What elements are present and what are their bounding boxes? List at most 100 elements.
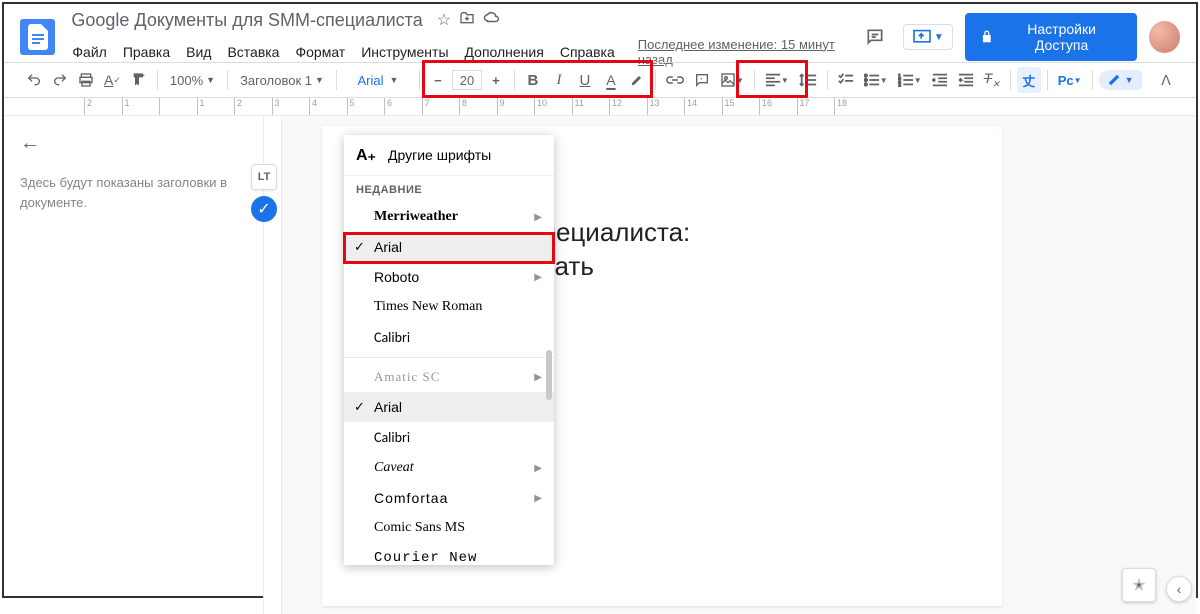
font-option-arial[interactable]: ✓Arial bbox=[344, 392, 554, 422]
font-option-amatic-sc[interactable]: Amatic SC▶ bbox=[344, 362, 554, 392]
app-frame: Google Документы для SMM-специалиста ☆ Ф… bbox=[2, 2, 1198, 598]
spellcheck-button[interactable]: A✓ bbox=[100, 67, 125, 93]
cloud-icon[interactable] bbox=[483, 10, 501, 30]
font-select[interactable]: Arial▼ bbox=[343, 67, 413, 93]
redo-button[interactable] bbox=[48, 67, 72, 93]
line-spacing-button[interactable] bbox=[795, 67, 821, 93]
font-size-input[interactable]: 20 bbox=[452, 70, 482, 90]
menu-help[interactable]: Справка bbox=[553, 41, 622, 63]
ruler-tick: 6 bbox=[384, 98, 422, 116]
menu-view[interactable]: Вид bbox=[179, 41, 218, 63]
ruler-tick: 16 bbox=[759, 98, 797, 116]
insert-link-button[interactable] bbox=[662, 67, 688, 93]
ruler-tick: 15 bbox=[722, 98, 760, 116]
font-option-roboto[interactable]: Roboto▶ bbox=[344, 262, 554, 292]
move-icon[interactable] bbox=[459, 10, 475, 30]
ruler-tick: 9 bbox=[497, 98, 535, 116]
font-size-increase[interactable]: + bbox=[484, 67, 508, 93]
ruler-tick: 5 bbox=[347, 98, 385, 116]
font-option-comfortaa[interactable]: Comfortaa ▶ bbox=[344, 483, 554, 513]
indent-increase-button[interactable] bbox=[954, 67, 978, 93]
insert-comment-button[interactable] bbox=[690, 67, 714, 93]
font-option-arial[interactable]: ✓ Arial bbox=[344, 232, 554, 262]
font-option-label: Comfortaa bbox=[374, 490, 448, 506]
side-panel-toggle[interactable]: ‹ bbox=[1166, 576, 1192, 602]
check-badge[interactable]: ✓ bbox=[251, 196, 277, 222]
font-option-times-new-roman[interactable]: Times New Roman bbox=[344, 292, 554, 322]
menu-file[interactable]: Файл bbox=[65, 41, 113, 63]
font-option-label: Calibri bbox=[374, 429, 410, 446]
menu-insert[interactable]: Вставка bbox=[220, 41, 286, 63]
ruler-tick: 14 bbox=[684, 98, 722, 116]
ruler-tick: 18 bbox=[834, 98, 872, 116]
star-icon[interactable]: ☆ bbox=[437, 10, 451, 30]
explore-button[interactable] bbox=[1122, 568, 1156, 602]
submenu-arrow-icon: ▶ bbox=[534, 493, 542, 504]
bulleted-list-button[interactable]: ▼ bbox=[860, 67, 892, 93]
docs-logo[interactable] bbox=[20, 19, 55, 55]
indent-decrease-button[interactable] bbox=[928, 67, 952, 93]
font-size-decrease[interactable]: − bbox=[426, 67, 450, 93]
font-option-label: Arial bbox=[374, 239, 402, 255]
clear-formatting-button[interactable]: T✕ bbox=[980, 67, 1004, 93]
font-option-label: Caveat bbox=[374, 460, 414, 476]
menu-tools[interactable]: Инструменты bbox=[354, 41, 455, 63]
numbered-list-button[interactable]: 123▼ bbox=[894, 67, 926, 93]
document-title[interactable]: Google Документы для SMM-специалиста bbox=[65, 8, 428, 33]
font-option-label: Times New Roman bbox=[374, 299, 482, 315]
more-fonts-item[interactable]: A₊ Другие шрифты bbox=[344, 135, 554, 176]
present-button[interactable]: ▼ bbox=[903, 24, 953, 50]
menu-format[interactable]: Формат bbox=[288, 41, 352, 63]
paint-format-button[interactable] bbox=[127, 67, 151, 93]
align-button[interactable]: ▼ bbox=[761, 67, 793, 93]
check-icon: ✓ bbox=[354, 239, 365, 255]
dropdown-scrollbar[interactable] bbox=[546, 350, 552, 400]
highlight-button[interactable] bbox=[625, 67, 649, 93]
user-avatar[interactable] bbox=[1149, 21, 1180, 53]
ruler-tick: 3 bbox=[272, 98, 310, 116]
font-option-label: Courier New bbox=[374, 550, 477, 565]
undo-button[interactable] bbox=[22, 67, 46, 93]
more-fonts-icon: A₊ bbox=[356, 145, 376, 165]
ruler-tick: 10 bbox=[534, 98, 572, 116]
font-option-comic-sans-ms[interactable]: Comic Sans MS bbox=[344, 513, 554, 543]
print-button[interactable] bbox=[74, 67, 98, 93]
font-option-calibri[interactable]: Calibri bbox=[344, 422, 554, 453]
lt-badge[interactable]: LT bbox=[251, 164, 277, 190]
share-button[interactable]: Настройки Доступа bbox=[965, 13, 1137, 61]
zoom-select[interactable]: 100%▼ bbox=[164, 67, 221, 93]
menu-addons[interactable]: Дополнения bbox=[458, 41, 551, 63]
ruler-toggle[interactable]: Рс▼ bbox=[1054, 67, 1086, 93]
toolbar-collapse-button[interactable]: ᐱ bbox=[1154, 67, 1178, 93]
ruler-tick bbox=[159, 98, 197, 116]
font-option-label: Arial bbox=[374, 399, 402, 415]
underline-button[interactable]: U bbox=[573, 67, 597, 93]
menu-edit[interactable]: Правка bbox=[116, 41, 177, 63]
horizontal-ruler[interactable]: 21123456789101112131415161718 bbox=[4, 98, 1196, 116]
submenu-arrow-icon: ▶ bbox=[534, 372, 542, 383]
insert-image-button[interactable]: ▼ bbox=[716, 67, 748, 93]
ruler-tick: 7 bbox=[422, 98, 460, 116]
dropdown-separator bbox=[344, 357, 554, 358]
input-tools-button[interactable]: 丈 bbox=[1017, 67, 1041, 93]
ruler-tick: 4 bbox=[309, 98, 347, 116]
bold-button[interactable]: B bbox=[521, 67, 545, 93]
submenu-arrow-icon: ▶ bbox=[534, 212, 542, 223]
text-color-button[interactable]: A bbox=[599, 67, 623, 93]
ruler-tick: 2 bbox=[84, 98, 122, 116]
ruler-tick: 12 bbox=[609, 98, 647, 116]
font-option-caveat[interactable]: Caveat▶ bbox=[344, 453, 554, 483]
editing-mode-button[interactable]: ▼ bbox=[1099, 70, 1142, 90]
font-option-merriweather[interactable]: Merriweather▶ bbox=[344, 202, 554, 232]
font-option-calibri[interactable]: Calibri bbox=[344, 322, 554, 353]
comments-icon[interactable] bbox=[860, 21, 891, 53]
italic-button[interactable]: I bbox=[547, 67, 571, 93]
outline-collapse-button[interactable]: ← bbox=[20, 132, 40, 155]
submenu-arrow-icon: ▶ bbox=[534, 272, 542, 283]
svg-text:3: 3 bbox=[898, 83, 901, 87]
zoom-value: 100% bbox=[170, 73, 203, 88]
font-option-courier-new[interactable]: Courier New bbox=[344, 543, 554, 565]
paragraph-style-select[interactable]: Заголовок 1▼ bbox=[234, 67, 330, 93]
ruler-tick: 1 bbox=[122, 98, 160, 116]
checklist-button[interactable] bbox=[834, 67, 858, 93]
